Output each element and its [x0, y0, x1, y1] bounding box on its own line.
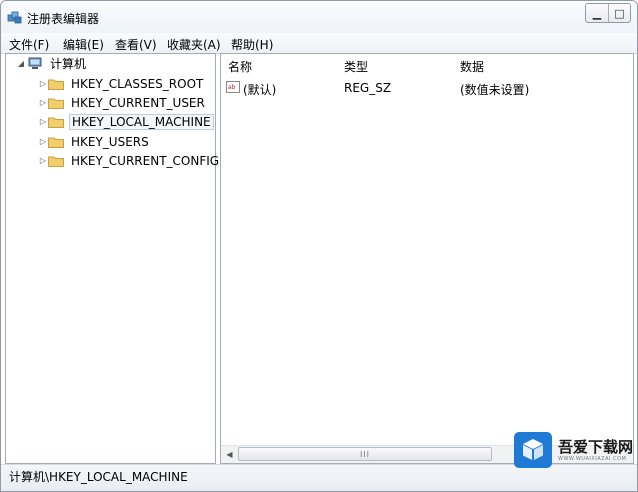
maximize-button[interactable]: □ — [608, 4, 630, 22]
tree-item-label: HKEY_CLASSES_ROOT — [71, 76, 204, 91]
scroll-left-icon[interactable]: ◀ — [221, 446, 238, 462]
watermark-logo — [514, 432, 552, 468]
tree-item-label: HKEY_USERS — [71, 134, 149, 149]
column-header-name[interactable]: 名称 — [228, 58, 252, 75]
scroll-thumb[interactable]: III — [238, 447, 492, 461]
maximize-icon: □ — [614, 6, 625, 20]
window-controls: ▁ □ — [585, 3, 631, 23]
folder-icon — [48, 155, 64, 167]
tree-item-hkey-classes-root[interactable]: ▷ HKEY_CLASSES_ROOT — [38, 74, 205, 93]
folder-icon — [48, 97, 64, 109]
watermark-name: 吾爱下载网 — [558, 437, 634, 456]
computer-icon — [28, 57, 42, 69]
tree-item-hkey-local-machine[interactable]: ▷ HKEY_LOCAL_MACHINE — [38, 112, 214, 131]
menu-help[interactable]: 帮助(H) — [231, 36, 273, 53]
folder-icon — [48, 136, 64, 148]
status-bar: 计算机\HKEY_LOCAL_MACHINE — [1, 464, 637, 491]
folder-icon — [48, 78, 64, 90]
expand-arrow-icon[interactable]: ▷ — [38, 156, 48, 165]
value-data: (数值未设置) — [460, 83, 530, 97]
string-value-icon: ab — [226, 81, 240, 93]
menu-view[interactable]: 查看(V) — [115, 36, 157, 53]
watermark-text: 吾爱下载网 WWW.WUAIXIAZAI.COM — [558, 437, 634, 462]
tree-item-label: HKEY_CURRENT_CONFIG — [71, 153, 220, 168]
expand-arrow-icon[interactable]: ▷ — [38, 79, 48, 88]
collapse-arrow-icon[interactable]: ◢ — [16, 59, 26, 68]
expand-arrow-icon[interactable]: ▷ — [38, 117, 48, 126]
menu-edit[interactable]: 编辑(E) — [63, 36, 104, 53]
watermark-url: WWW.WUAIXIAZAI.COM — [558, 455, 627, 462]
regedit-app-icon — [7, 11, 22, 24]
value-name: (默认) — [243, 83, 277, 97]
column-header-type[interactable]: 类型 — [344, 58, 368, 75]
tree-item-hkey-users[interactable]: ▷ HKEY_USERS — [38, 132, 151, 151]
tree-item-hkey-current-config[interactable]: ▷ HKEY_CURRENT_CONFIG — [38, 151, 221, 170]
tree-root-label: 计算机 — [50, 57, 87, 71]
minimize-icon: ▁ — [592, 6, 602, 20]
title-bar[interactable]: 注册表编辑器 ▁ □ — [1, 1, 637, 33]
values-list-pane[interactable]: 名称 类型 数据 ab (默认) REG_SZ (数值未设置) ◀ III — [220, 53, 634, 464]
tree-item-label: HKEY_CURRENT_USER — [71, 95, 205, 110]
expand-arrow-icon[interactable]: ▷ — [38, 137, 48, 146]
menu-bar: 文件(F) 编辑(E) 查看(V) 收藏夹(A) 帮助(H) — [1, 33, 637, 54]
value-type: REG_SZ — [344, 81, 392, 95]
registry-tree-pane[interactable]: ◢ 计算机 ▷ HKEY_CLASSES_ROOT ▷ HKEY_CURRENT… — [5, 53, 219, 464]
expand-arrow-icon[interactable]: ▷ — [38, 98, 48, 107]
window-title: 注册表编辑器 — [27, 12, 100, 26]
registry-editor-window: 注册表编辑器 ▁ □ 文件(F) 编辑(E) 查看(V) 收藏夹(A) 帮助(H… — [0, 0, 638, 492]
tree-item-computer[interactable]: ◢ 计算机 — [16, 54, 88, 73]
menu-favorites[interactable]: 收藏夹(A) — [167, 36, 221, 53]
column-header-data[interactable]: 数据 — [460, 58, 484, 75]
svg-text:ab: ab — [228, 84, 236, 91]
status-path: 计算机\HKEY_LOCAL_MACHINE — [9, 470, 188, 484]
watermark: 吾爱下载网 WWW.WUAIXIAZAI.COM — [514, 432, 633, 468]
folder-icon — [48, 116, 64, 128]
scroll-grip: III — [359, 449, 371, 459]
tree-item-label: HKEY_LOCAL_MACHINE — [69, 113, 214, 130]
menu-file[interactable]: 文件(F) — [9, 36, 49, 53]
tree-item-hkey-current-user[interactable]: ▷ HKEY_CURRENT_USER — [38, 93, 207, 112]
minimize-button[interactable]: ▁ — [586, 4, 608, 22]
